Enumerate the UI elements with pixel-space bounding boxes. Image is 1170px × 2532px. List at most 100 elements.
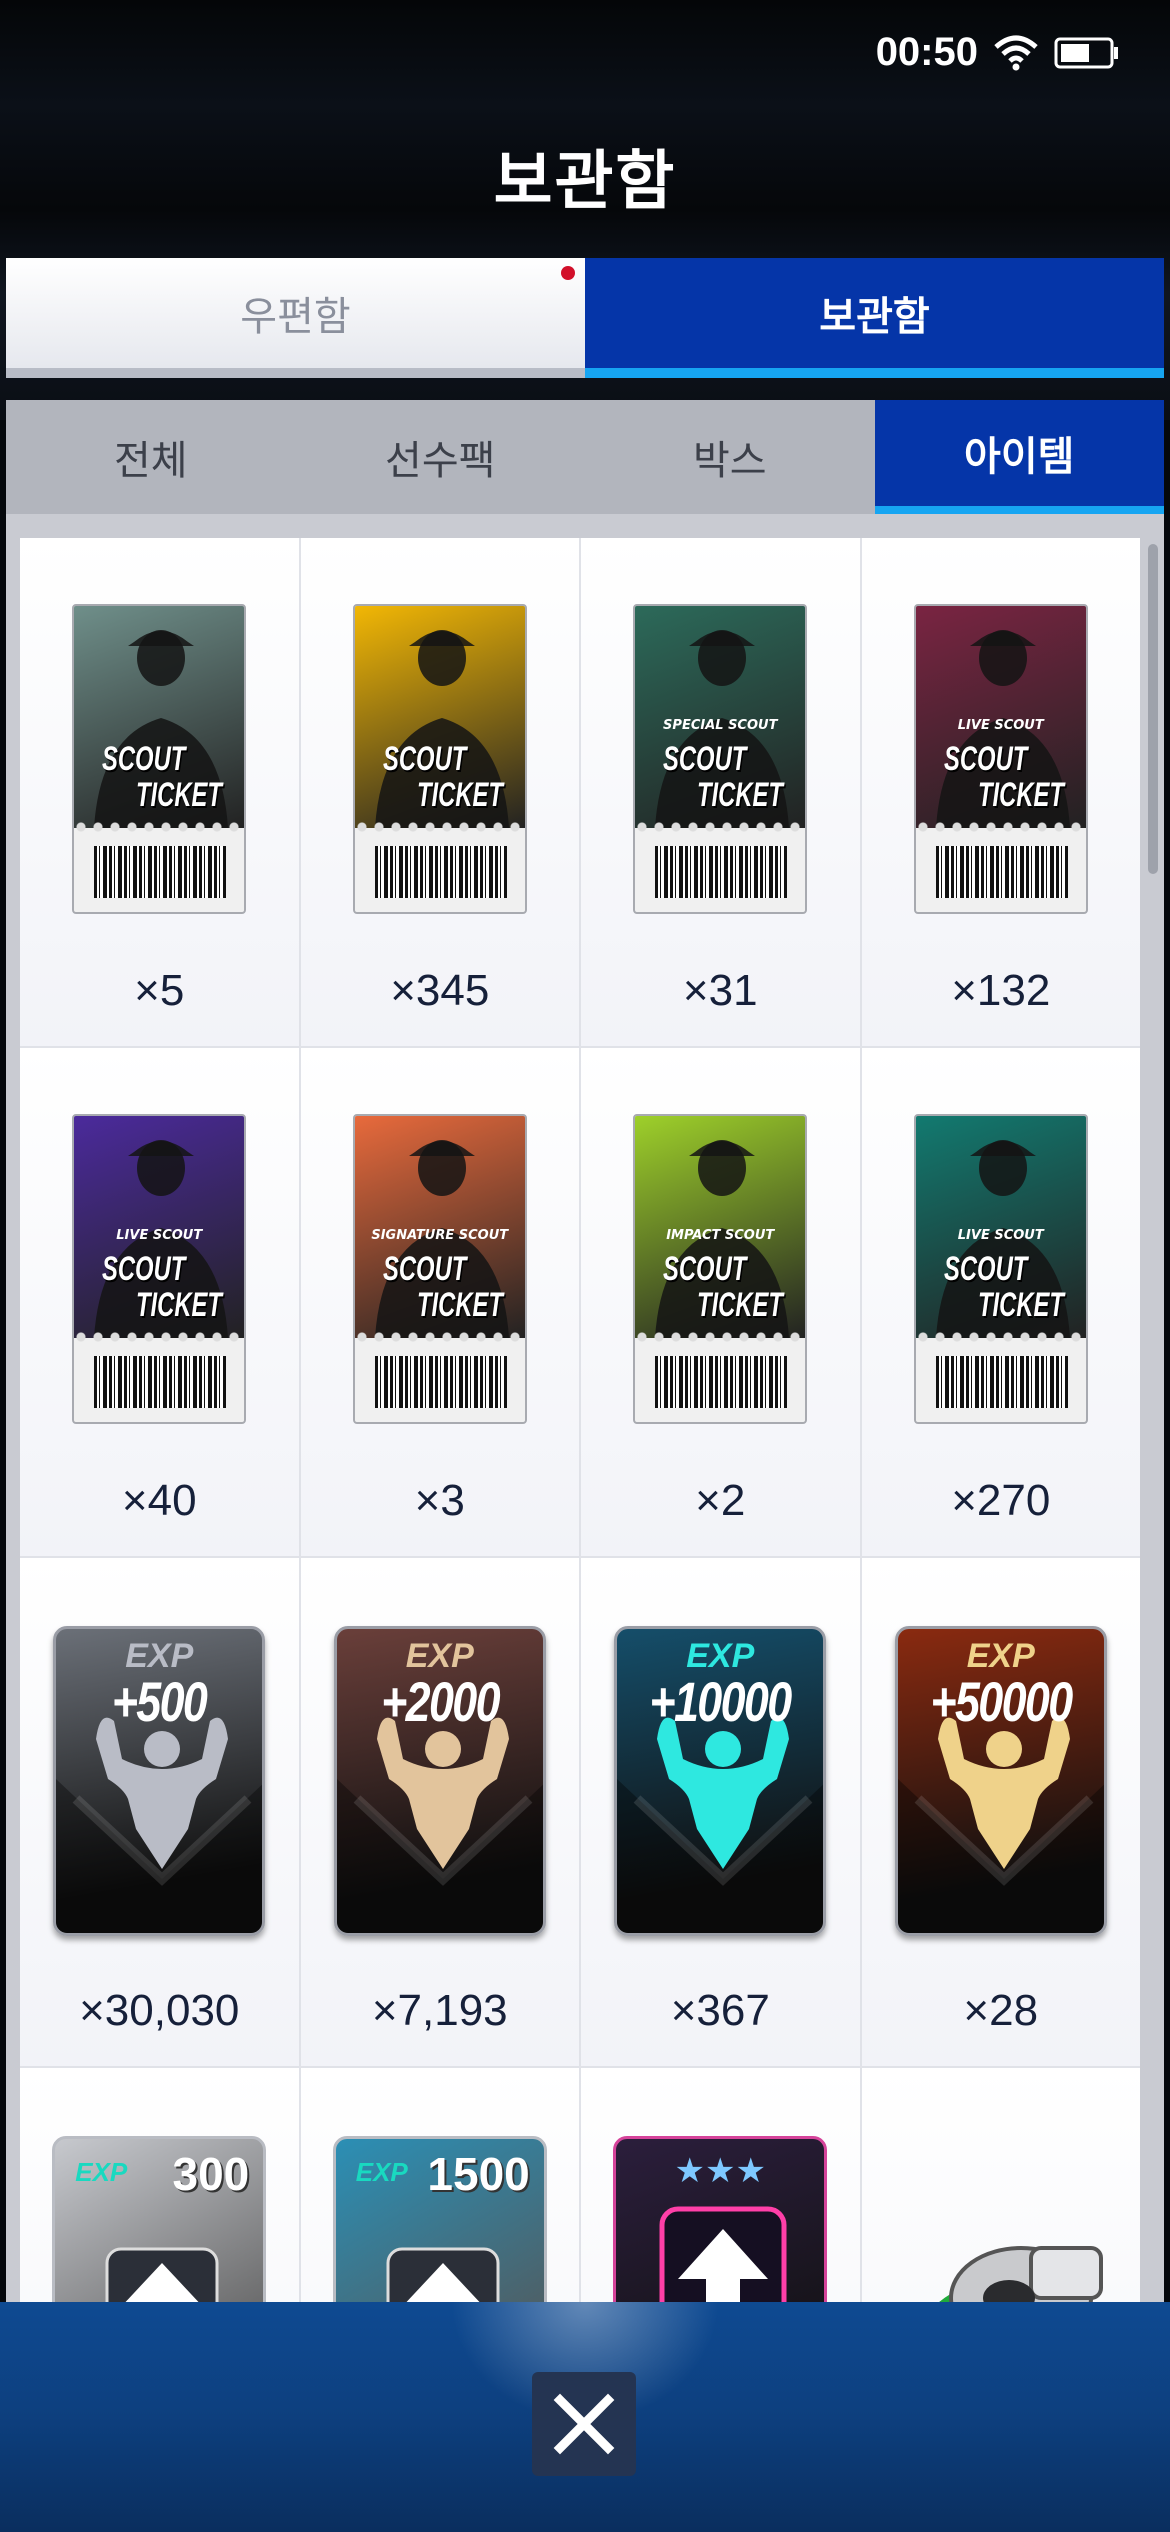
item-cell[interactable]: SPECIAL SCOUT SCOUT TICKET ×31 (581, 538, 860, 1046)
tab-storage[interactable]: 보관함 (585, 258, 1164, 378)
scout-ticket-card: LIVE SCOUT SCOUT TICKET (913, 1114, 1088, 1424)
item-cell[interactable]: SIGNATURE SCOUT SCOUT TICKET ×3 (300, 1048, 579, 1556)
ticket-title-line2: TICKET (136, 1286, 223, 1324)
scout-ticket-card: SIGNATURE SCOUT SCOUT TICKET (352, 1114, 527, 1424)
tab-player-packs[interactable]: 선수팩 (296, 400, 586, 514)
scout-ticket-card: SCOUT TICKET (72, 604, 247, 914)
ticket-art: SCOUT TICKET (354, 606, 525, 828)
ticket-title-line1: SCOUT (943, 740, 1028, 778)
ticket-sub-label: IMPACT SCOUT (666, 1228, 775, 1243)
item-cell[interactable]: LIVE SCOUT SCOUT TICKET ×40 (20, 1048, 299, 1556)
tab-boxes-label: 박스 (692, 438, 767, 484)
ticket-sub-label: SPECIAL SCOUT (663, 718, 778, 733)
item-count: ×2 (695, 1476, 746, 1525)
battery-icon (1054, 36, 1120, 70)
page-title: 보관함 (493, 145, 677, 219)
status-bar: 00:50 (876, 30, 1120, 75)
ticket-art: LIVE SCOUT SCOUT TICKET (74, 1116, 245, 1338)
barcode-icon (655, 1356, 788, 1408)
item-count: ×40 (121, 1476, 197, 1525)
tab-boxes[interactable]: 박스 (585, 400, 875, 514)
barcode-icon (94, 846, 227, 898)
exp-card: EXP +2000 (333, 1626, 546, 1936)
tab-mailbox[interactable]: 우편함 (6, 258, 585, 378)
item-cell[interactable]: EXP +10000 ×367 (581, 1558, 860, 2066)
tab-player-packs-label: 선수팩 (385, 438, 496, 484)
ticket-title-line1: SCOUT (102, 740, 186, 778)
status-time: 00:50 (875, 30, 978, 74)
ticket-perforation (74, 1330, 245, 1344)
item-cell[interactable]: EXP +500 ×30,030 (20, 1558, 299, 2066)
item-cell[interactable]: EXP +50000 ×28 (861, 1558, 1140, 2066)
ticket-title-line2: TICKET (416, 776, 503, 814)
ticket-title-line1: SCOUT (102, 1250, 186, 1288)
ticket-perforation (354, 820, 525, 834)
barcode-icon (94, 1356, 227, 1408)
item-count: ×28 (963, 1986, 1039, 2035)
item-cell[interactable]: LIVE SCOUT SCOUT TICKET ×270 (861, 1048, 1140, 1556)
arrow-up-icon (386, 2247, 500, 2302)
ticket-title-line1: SCOUT (382, 1250, 467, 1288)
close-button[interactable] (532, 2372, 636, 2476)
ticket-perforation (635, 820, 806, 834)
ticket-title-line1: SCOUT (663, 1250, 747, 1288)
ticket-art: LIVE SCOUT SCOUT TICKET (915, 1116, 1086, 1338)
scout-ticket-card: SPECIAL SCOUT SCOUT TICKET (633, 604, 808, 914)
scrollbar[interactable] (1148, 544, 1158, 874)
item-cell[interactable] (861, 2068, 1140, 2302)
ticket-perforation (635, 1330, 806, 1344)
barcode-icon (374, 1356, 507, 1408)
tab-all[interactable]: 전체 (6, 400, 296, 514)
item-cell[interactable]: ★★★ (581, 2068, 860, 2302)
ticket-sub-label: LIVE SCOUT (957, 718, 1044, 733)
ticket-sub-label: LIVE SCOUT (957, 1228, 1044, 1243)
ticket-perforation (74, 820, 245, 834)
ticket-title-line2: TICKET (977, 776, 1064, 814)
item-cell[interactable]: IMPACT SCOUT SCOUT TICKET ×2 (581, 1048, 860, 1556)
item-grid-panel: SCOUT TICKET ×5 SCOUT TICKET ×345 SPECIA… (6, 514, 1164, 2302)
ticket-title-line2: TICKET (136, 776, 223, 814)
item-cell[interactable]: EXP 300 (20, 2068, 299, 2302)
exp-boost-card: EXP 1500 (332, 2136, 547, 2302)
tab-items[interactable]: 아이템 (874, 400, 1164, 514)
barcode-icon (374, 846, 507, 898)
exp-card: EXP +500 (53, 1626, 266, 1936)
item-cell[interactable]: LIVE SCOUT SCOUT TICKET ×132 (861, 538, 1140, 1046)
item-count: ×3 (414, 1476, 465, 1525)
top-tab-bar: 우편함 보관함 (6, 258, 1164, 378)
scout-ticket-card: LIVE SCOUT SCOUT TICKET (72, 1114, 247, 1424)
ticket-sub-label: SIGNATURE SCOUT (371, 1228, 509, 1243)
barcode-icon (935, 1356, 1068, 1408)
ticket-perforation (915, 1330, 1086, 1344)
ticket-art: SIGNATURE SCOUT SCOUT TICKET (354, 1116, 525, 1338)
item-count: ×367 (670, 1986, 770, 2035)
ticket-title-line1: SCOUT (382, 740, 467, 778)
item-grid: SCOUT TICKET ×5 SCOUT TICKET ×345 SPECIA… (20, 538, 1140, 2302)
ticket-art: SCOUT TICKET (74, 606, 245, 828)
arrow-up-icon (659, 2206, 787, 2302)
ticket-art: IMPACT SCOUT SCOUT TICKET (635, 1116, 806, 1338)
star-upgrade-card: ★★★ (613, 2136, 828, 2302)
ticket-title-line1: SCOUT (663, 740, 747, 778)
scout-ticket-card: LIVE SCOUT SCOUT TICKET (913, 604, 1088, 914)
tab-storage-label: 보관함 (819, 294, 930, 340)
exp-amount: +50000 (930, 1670, 1073, 1733)
item-cell[interactable]: EXP 1500 (300, 2068, 579, 2302)
item-cell[interactable]: SCOUT TICKET ×5 (20, 538, 299, 1046)
item-cell[interactable]: SCOUT TICKET ×345 (300, 538, 579, 1046)
ticket-perforation (354, 1330, 525, 1344)
item-count: ×5 (134, 966, 185, 1015)
tab-mailbox-label: 우편함 (240, 294, 351, 340)
ticket-title-line2: TICKET (416, 1286, 503, 1324)
item-count: ×31 (682, 966, 758, 1015)
notification-dot (561, 266, 575, 280)
item-count: ×132 (951, 966, 1051, 1015)
whistle-icon (938, 2246, 1103, 2302)
exp-card: EXP +50000 (894, 1626, 1107, 1936)
scout-ticket-card: IMPACT SCOUT SCOUT TICKET (633, 1114, 808, 1424)
barcode-icon (655, 846, 788, 898)
close-icon (553, 2393, 615, 2455)
item-cell[interactable]: EXP +2000 ×7,193 (300, 1558, 579, 2066)
wifi-icon (994, 35, 1038, 71)
ticket-title-line1: SCOUT (943, 1250, 1028, 1288)
